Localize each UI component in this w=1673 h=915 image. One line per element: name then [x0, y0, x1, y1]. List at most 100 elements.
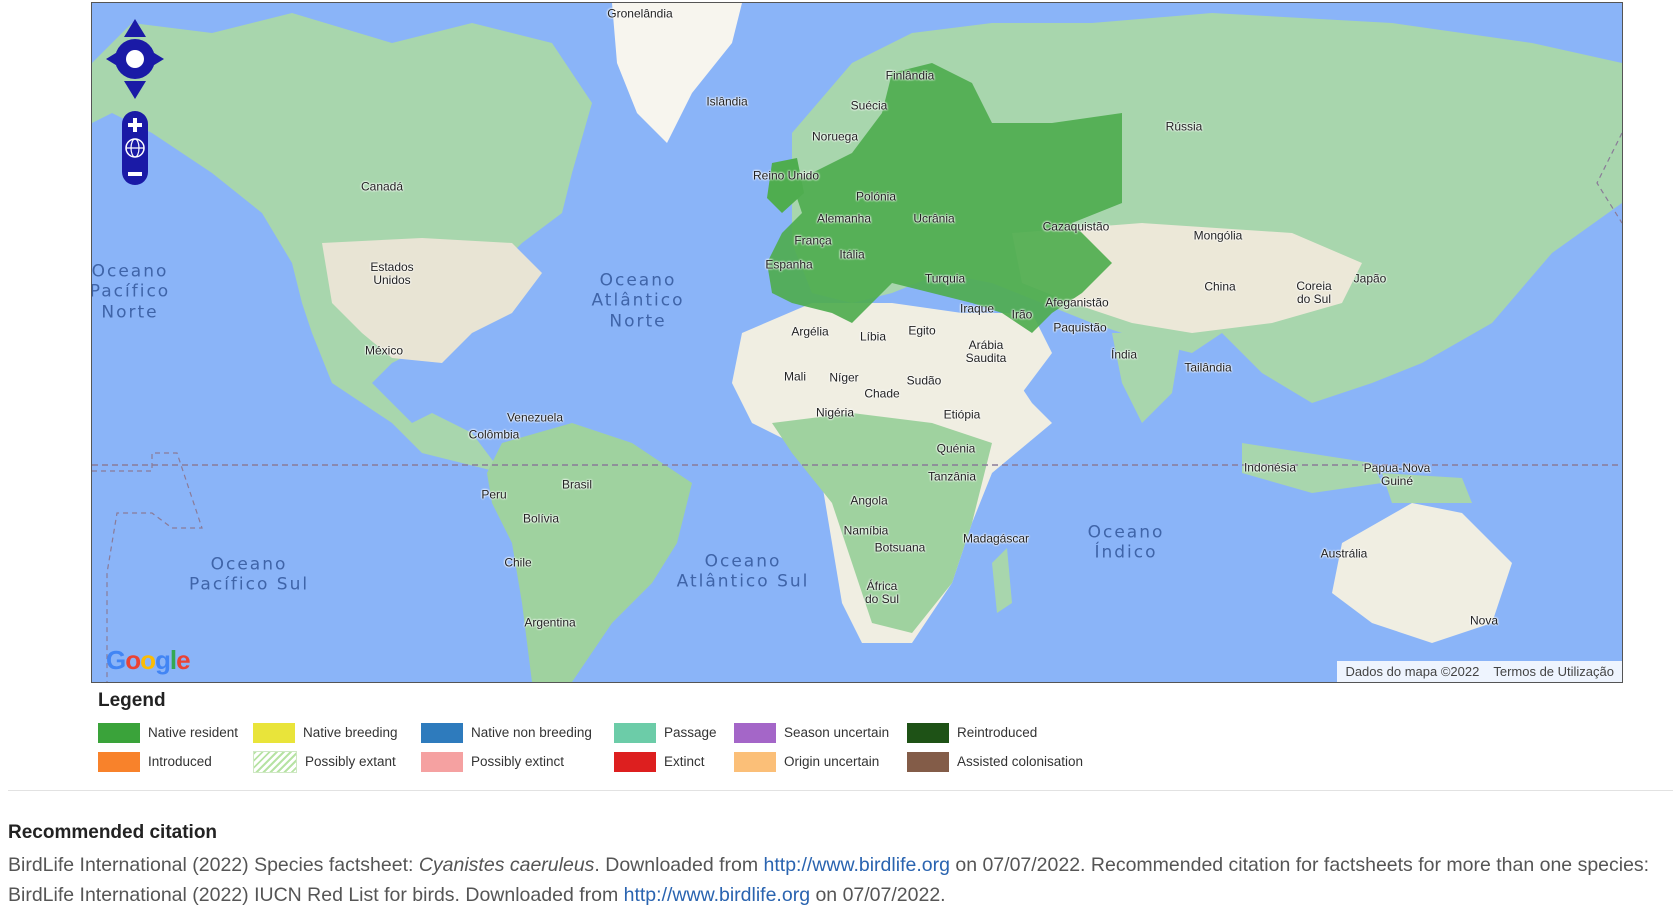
country-label-venezuela: Venezuela: [506, 410, 564, 425]
country-label-arabia-saudita: Arábia Saudita: [965, 337, 1007, 365]
citation-text-part: on 07/07/2022.: [810, 884, 946, 906]
country-label-niger: Níger: [829, 370, 859, 385]
legend-label: Origin uncertain: [784, 754, 880, 769]
country-label-chile: Chile: [504, 555, 532, 570]
country-label-botsuana: Botsuana: [874, 540, 926, 555]
madagascar-landmass: [992, 548, 1012, 613]
country-label-brasil: Brasil: [561, 477, 593, 492]
country-label-canada: Canadá: [360, 179, 404, 194]
country-label-irao: Irão: [1011, 307, 1033, 322]
country-label-india: Índia: [1110, 347, 1138, 362]
legend-label: Introduced: [148, 754, 212, 769]
country-label-reino-unido: Reino Unido: [752, 168, 820, 183]
country-label-bolivia: Bolívia: [522, 511, 560, 526]
pan-up-arrow-icon[interactable]: [124, 19, 146, 37]
legend-swatch: [614, 722, 656, 743]
legend-swatch: [98, 751, 140, 772]
legend-item-native-resident: Native resident: [98, 722, 253, 743]
country-label-mexico: México: [364, 343, 404, 358]
greenland-landmass: [612, 3, 742, 143]
country-label-indonesia: Indonésia: [1243, 460, 1297, 475]
legend-item-reintroduced: Reintroduced: [907, 722, 1107, 743]
country-label-australia: Austrália: [1320, 546, 1368, 561]
ocean-label-atlantico-norte: Oceano Atlântico Norte: [591, 270, 685, 332]
legend-row: Native resident Native breeding Native non…: [98, 718, 1107, 747]
legend-item-passage: Passage: [614, 722, 734, 743]
country-label-finlandia: Finlândia: [885, 68, 935, 83]
legend-swatch: [907, 722, 949, 743]
map-attribution: Dados do mapa ©2022 Termos de Utilização: [1337, 661, 1622, 682]
legend-swatch: [421, 751, 463, 772]
citation-text-part: . Downloaded from: [594, 854, 764, 876]
legend-item-possibly-extant: Possibly extant: [253, 750, 421, 773]
country-label-iraque: Iraque: [959, 301, 995, 316]
ocean-label-atlantico-sul: Oceano Atlântico Sul: [676, 551, 810, 592]
legend-swatch: [253, 750, 297, 773]
citation-heading: Recommended citation: [8, 822, 218, 843]
country-label-angola: Angola: [850, 493, 888, 508]
country-label-tailandia: Tailândia: [1184, 360, 1232, 375]
country-label-noruega: Noruega: [811, 129, 859, 144]
country-label-namibia: Namíbia: [843, 523, 889, 538]
country-label-franca: França: [794, 233, 832, 248]
country-label-cazaquistao: Cazaquistão: [1042, 219, 1110, 234]
ocean-label-pacifico-sul: Oceano Pacífico Sul: [188, 554, 310, 595]
legend-item-origin-uncertain: Origin uncertain: [734, 751, 907, 772]
country-label-espanha: Espanha: [765, 257, 813, 272]
country-label-polonia: Polónia: [855, 189, 897, 204]
legend-label: Season uncertain: [784, 725, 890, 740]
country-label-mongolia: Mongólia: [1193, 228, 1243, 243]
legend-swatch: [421, 722, 463, 743]
country-label-sudao: Sudão: [906, 373, 942, 388]
section-divider: [8, 790, 1673, 791]
google-logo-letter: o: [125, 645, 141, 675]
country-label-nigeria: Nigéria: [815, 405, 855, 420]
legend-item-assisted-colonisation: Assisted colonisation: [907, 751, 1107, 772]
country-label-italia: Itália: [839, 247, 865, 262]
country-label-turquia: Turquia: [924, 271, 966, 286]
google-logo-letter: e: [176, 645, 191, 675]
legend-label: Extinct: [664, 754, 705, 769]
legend-item-season-uncertain: Season uncertain: [734, 722, 907, 743]
citation-text-part: BirdLife International (2022) Species fa…: [8, 854, 419, 876]
legend: Legend Native resident Native breeding Nat…: [98, 690, 1107, 776]
country-label-japao: Japão: [1353, 271, 1387, 286]
country-label-egito: Egito: [908, 323, 936, 338]
citation-text: BirdLife International (2022) Species fa…: [8, 850, 1668, 910]
country-label-estados-unidos: Estados Unidos: [370, 259, 414, 287]
range-map[interactable]: Gronelândia Islândia Finlândia Suécia Norueg…: [91, 2, 1623, 683]
country-label-madagascar: Madagáscar: [962, 531, 1030, 546]
country-label-suecia: Suécia: [850, 98, 888, 113]
south-america-landmass: [487, 423, 692, 682]
pan-control[interactable]: [106, 19, 164, 99]
pan-down-arrow-icon[interactable]: [124, 81, 146, 99]
country-label-chade: Chade: [864, 386, 900, 401]
country-label-afeganistao: Afeganistão: [1045, 295, 1109, 310]
legend-label: Native non breeding: [471, 725, 592, 740]
legend-label: Native resident: [148, 725, 239, 740]
country-label-tanzania: Tanzânia: [927, 469, 977, 484]
country-label-nova: Nova: [1469, 613, 1499, 628]
legend-label: Reintroduced: [957, 725, 1038, 740]
google-logo-letter: o: [140, 645, 156, 675]
map-nav-control[interactable]: [106, 19, 164, 189]
country-label-gronelandia: Gronelândia: [607, 6, 673, 21]
legend-swatch: [734, 751, 776, 772]
legend-swatch: [734, 722, 776, 743]
legend-swatch: [98, 722, 140, 743]
legend-swatch: [907, 751, 949, 772]
birdlife-link[interactable]: http://www.birdlife.org: [764, 854, 950, 876]
country-label-peru: Peru: [481, 487, 507, 502]
country-label-papua-nova-guine: Papua-Nova Guiné: [1363, 460, 1431, 488]
legend-swatch: [614, 751, 656, 772]
ocean-label-pacifico-norte: Oceano Pacífico Norte: [91, 261, 171, 323]
zoom-out-icon[interactable]: [128, 172, 142, 176]
legend-label: Native breeding: [303, 725, 398, 740]
legend-label: Possibly extant: [305, 754, 396, 769]
google-logo: Google: [106, 645, 191, 676]
terms-of-use-link[interactable]: Termos de Utilização: [1493, 664, 1614, 679]
legend-item-possibly-extinct: Possibly extinct: [421, 751, 614, 772]
species-name: Cyanistes caeruleus: [418, 854, 595, 876]
country-label-russia: Rússia: [1165, 119, 1203, 134]
birdlife-link[interactable]: http://www.birdlife.org: [624, 884, 810, 906]
